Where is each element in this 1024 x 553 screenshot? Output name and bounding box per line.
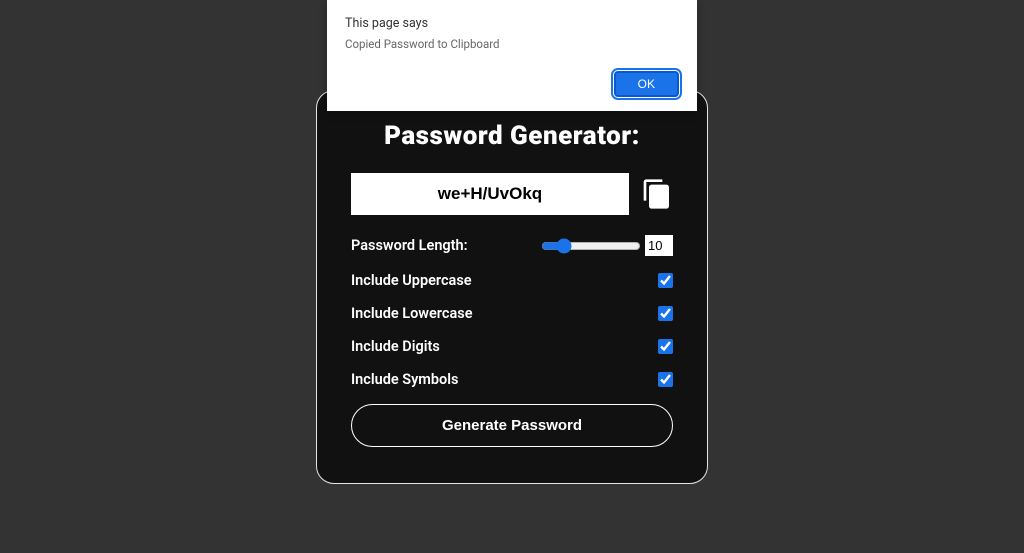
copy-icon (641, 178, 673, 210)
page-title: Password Generator: (351, 121, 673, 151)
alert-message: Copied Password to Clipboard (345, 37, 679, 51)
lowercase-checkbox[interactable] (658, 306, 673, 321)
length-value-input[interactable] (645, 235, 673, 256)
lowercase-option: Include Lowercase (351, 305, 673, 322)
password-generator-card: Password Generator: Password Length: Inc… (316, 90, 708, 484)
length-controls (541, 235, 673, 256)
digits-option: Include Digits (351, 338, 673, 355)
copy-button[interactable] (641, 178, 673, 210)
digits-label: Include Digits (351, 338, 440, 355)
length-slider[interactable] (541, 238, 641, 254)
alert-ok-button[interactable]: OK (614, 71, 679, 97)
symbols-checkbox[interactable] (658, 372, 673, 387)
uppercase-option: Include Uppercase (351, 272, 673, 289)
uppercase-checkbox[interactable] (658, 273, 673, 288)
output-row (351, 173, 673, 215)
uppercase-label: Include Uppercase (351, 272, 472, 289)
symbols-option: Include Symbols (351, 371, 673, 388)
lowercase-label: Include Lowercase (351, 305, 473, 322)
digits-checkbox[interactable] (658, 339, 673, 354)
length-label: Password Length: (351, 237, 468, 254)
password-output[interactable] (351, 173, 629, 215)
browser-alert: This page says Copied Password to Clipbo… (327, 0, 697, 111)
alert-title: This page says (345, 16, 679, 31)
generate-button[interactable]: Generate Password (351, 404, 673, 447)
alert-actions: OK (345, 71, 679, 97)
symbols-label: Include Symbols (351, 371, 459, 388)
length-option: Password Length: (351, 235, 673, 256)
